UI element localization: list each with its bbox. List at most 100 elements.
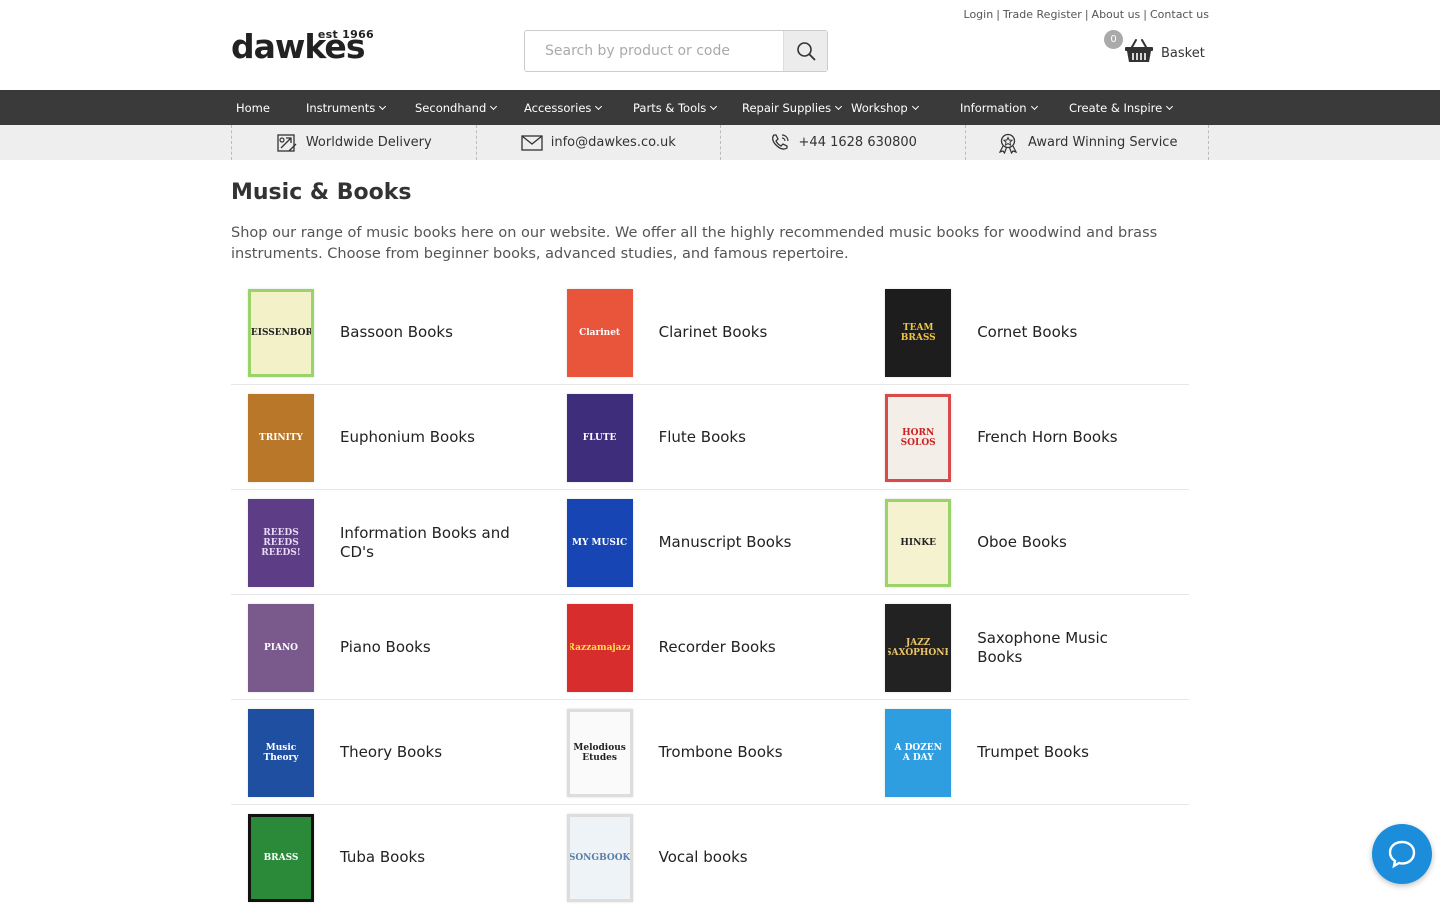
page-content: Music & Books Shop our range of music bo… [231,180,1209,265]
basket-icon [1125,39,1153,62]
live-chat-button[interactable] [1372,824,1432,884]
category-thumbnail: REEDS REEDS REEDS! [248,498,314,587]
category-item[interactable]: PIANO Piano Books [231,595,550,700]
logo-wordmark: dawkes [231,27,365,66]
category-item[interactable]: A DOZEN A DAY Trumpet Books [868,700,1187,805]
category-item[interactable]: FLUTE Flute Books [550,385,869,490]
category-thumbnail: WEISSENBORN [248,288,314,377]
category-thumbnail: TEAM BRASS [885,288,952,377]
award-icon [998,133,1018,154]
category-label: Euphonium Books [340,428,475,446]
category-item[interactable]: Melodious Etudes Trombone Books [550,700,869,805]
category-grid: WEISSENBORN Bassoon Books ClarinetClarinet… [231,280,1189,910]
nav-item-accessories[interactable]: Accessories [519,90,628,125]
cover-title: Melodious Etudes [573,742,626,763]
cover-title: FLUTE [582,432,617,443]
search-input[interactable] [525,31,783,71]
page-intro: Shop our range of music books here on ou… [231,225,1158,262]
category-thumbnail: Clarinet [566,288,633,377]
category-item[interactable]: SONGBOOK Vocal books [550,805,869,910]
category-label: Saxophone Music Books [977,628,1108,666]
chevron-down-icon [710,102,718,110]
cover-title: Music Theory [263,742,299,763]
category-label: Bassoon Books [340,323,453,341]
nav-item-workshop[interactable]: Workshop [846,90,955,125]
login-link[interactable]: Login [964,8,994,21]
usp-label: +44 1628 630800 [798,135,917,150]
category-item[interactable]: Razzamajazz Recorder Books [550,595,869,700]
usp-email[interactable]: info@dawkes.co.uk [475,125,721,160]
cover-title: WEISSENBORN [250,327,313,338]
chevron-down-icon [1166,102,1174,110]
cover-title: TRINITY [259,432,303,443]
nav-item-label: Information [960,100,1027,115]
nav-item-label: Home [236,100,270,115]
category-row: REEDS REEDS REEDS! Information Books and … [231,490,1189,595]
category-label: Recorder Books [658,638,776,656]
category-item[interactable]: WEISSENBORN Bassoon Books [231,280,550,385]
cover-title: TEAM BRASS [900,322,936,343]
category-label: Theory Books [340,743,443,761]
category-row: WEISSENBORN Bassoon Books ClarinetClarinet… [231,280,1189,385]
nav-item-instruments[interactable]: Instruments [301,90,410,125]
cover-title: HORN SOLOS [900,427,936,448]
nav-item-information[interactable]: Information [955,90,1064,125]
about-us-link[interactable]: About us [1092,8,1141,21]
cover-title: SONGBOOK [568,852,631,863]
phone-icon [771,133,789,150]
cover-title: MY MUSIC [571,537,628,548]
category-item[interactable]: TEAM BRASS Cornet Books [868,280,1187,385]
category-item[interactable]: REEDS REEDS REEDS! Information Books and … [231,490,550,595]
category-item[interactable]: Clarinet Clarinet Books [550,280,869,385]
chevron-down-icon [911,102,919,110]
category-thumbnail: TRINITY [248,393,314,482]
category-label: Trumpet Books [977,743,1089,761]
category-thumbnail: FLUTE [566,393,633,482]
category-label: Tuba Books [340,848,426,866]
basket-label: Basket [1161,46,1205,61]
category-label: French Horn Books [977,428,1118,446]
chevron-down-icon [595,102,603,110]
nav-item-repair-supplies[interactable]: Repair Supplies [737,90,846,125]
category-item[interactable]: MY MUSIC Manuscript Books [550,490,869,595]
category-item[interactable]: HINKE Oboe Books [868,490,1187,595]
cover-title: BRASS [263,852,299,863]
category-thumbnail: BRASS [248,813,314,902]
basket-button[interactable]: 0 Basket [1104,30,1214,70]
category-thumbnail: A DOZEN A DAY [885,708,952,797]
usp-label: info@dawkes.co.uk [550,135,676,150]
nav-item-label: Create & Inspire [1069,100,1163,115]
basket-count-badge: 0 [1104,30,1123,49]
nav-item-create-inspire[interactable]: Create & Inspire [1064,90,1174,125]
usp-label: Award Winning Service [1028,135,1178,150]
search-button[interactable] [783,31,827,71]
category-label: Manuscript Books [658,533,792,551]
contact-us-link[interactable]: Contact us [1150,8,1209,21]
nav-item-label: Secondhand [415,100,487,115]
usp-award: Award Winning Service [964,125,1209,160]
category-item[interactable]: BRASS Tuba Books [231,805,550,910]
category-item[interactable]: TRINITY Euphonium Books [231,385,550,490]
category-label: Cornet Books [977,323,1078,341]
main-nav: Home Instruments Secondhand Accessories Part… [0,90,1440,125]
delivery-icon [277,133,297,152]
category-label: Information Books and CD's [340,523,510,561]
cover-title: Razzamajazz [567,642,632,653]
usp-label: Worldwide Delivery [305,135,432,150]
chevron-down-icon [1030,102,1038,110]
nav-item-secondhand[interactable]: Secondhand [410,90,519,125]
top-links: Login | Trade Register | About us | Contact… [963,8,1209,21]
nav-item-parts-tools[interactable]: Parts & Tools [628,90,737,125]
nav-item-home[interactable]: Home [231,90,301,125]
category-thumbnail: HINKE [885,498,952,587]
nav-item-label: Repair Supplies [742,100,832,115]
category-row: PIANO Piano Books Razzamajazz Recorder Book… [231,595,1189,700]
category-row: BRASS Tuba Books SONGBOOK Vocal books [231,805,1189,910]
usp-phone[interactable]: +44 1628 630800 [720,125,965,160]
category-item[interactable]: JAZZ SAXOPHONE Saxophone Music Books [868,595,1187,700]
trade-register-link[interactable]: Trade Register [1003,8,1082,21]
site-header: est 1966 dawkes Login| Trade Register| A… [0,0,1440,90]
category-item[interactable]: HORN SOLOS French Horn Books [868,385,1187,490]
category-item[interactable]: Music Theory Theory Books [231,700,550,805]
logo[interactable]: est 1966 dawkes [231,28,376,64]
